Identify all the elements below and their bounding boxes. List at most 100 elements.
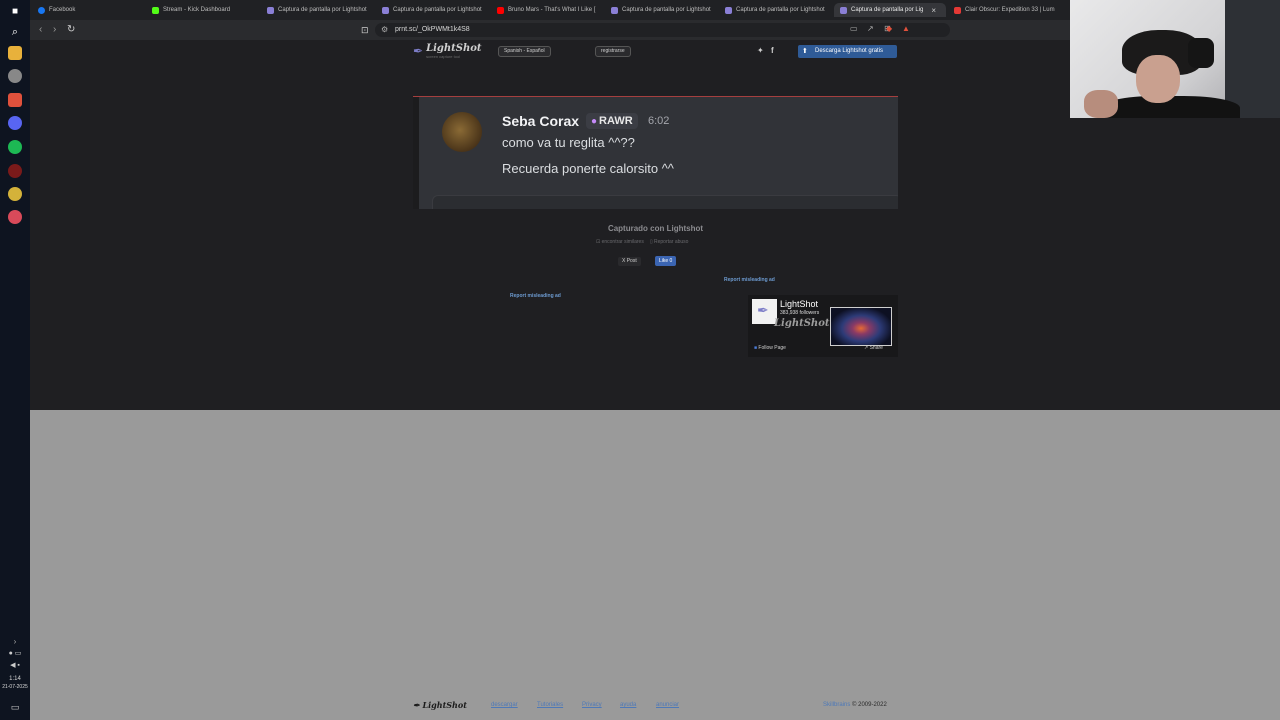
discord-icon[interactable] (8, 116, 22, 130)
youtube-icon (954, 6, 961, 14)
facebook-icon[interactable]: f (771, 46, 774, 55)
similar-link-label: encontrar similares (601, 239, 644, 245)
footer-logo[interactable]: ✒ LightShot (413, 700, 467, 710)
reload-icon[interactable]: ↻ (67, 24, 75, 36)
image-gutter (413, 97, 419, 209)
feather-icon: ✒ (757, 302, 769, 318)
app-icon-pink[interactable] (8, 210, 22, 224)
report-ad-link[interactable]: Report misleading ad (510, 293, 561, 299)
image-actions: ⊡ encontrar similares ▯ Reportar abuso (596, 239, 688, 245)
close-icon[interactable]: × (931, 6, 936, 15)
share-icon[interactable]: ↗ (867, 24, 874, 33)
tab-title: Captura de pantalla por Lightshot (278, 7, 367, 13)
url-text[interactable]: prnt.sc/_OkPWMt1k4S8 (395, 26, 470, 33)
footer-link-anunciar[interactable]: anunciar (656, 702, 679, 708)
fire-icon: ● (591, 116, 598, 127)
facebook-page-widget[interactable]: ✒ LightShot 383,938 followers LightShot … (748, 295, 898, 357)
tab-title: Captura de pantalla por Lightshot (736, 7, 825, 13)
feather-icon: ✒ (413, 44, 424, 58)
tab-title: Clair Obscur: Expedition 33 | Lum (965, 7, 1055, 13)
page-followers: 383,938 followers (780, 310, 820, 316)
app-icon-shield[interactable] (8, 69, 22, 83)
app-icon-red[interactable] (8, 164, 22, 178)
feather-icon (267, 6, 274, 14)
download-icon: ⬆ (802, 48, 808, 55)
logo-name: LightShot (426, 43, 482, 54)
language-button[interactable]: Spanish - Español (498, 46, 551, 57)
tab-facebook[interactable]: Facebook (38, 3, 138, 17)
captured-image[interactable]: Seba Corax ● RAWR 6:02 como va tu reglita… (413, 96, 898, 209)
captured-label: Capturado con Lightshot (607, 224, 704, 233)
youtube-icon (497, 6, 504, 14)
role-badge-label: RAWR (599, 115, 633, 127)
page-name[interactable]: LightShot (780, 299, 818, 309)
address-bar[interactable]: ⚙ prnt.sc/_OkPWMt1k4S8 (375, 23, 950, 37)
clock-time[interactable]: 1:14 (0, 676, 30, 683)
x-post-button[interactable]: X Post (618, 257, 641, 266)
webcam-headset (1188, 38, 1214, 68)
feather-icon (725, 6, 732, 14)
footer-link-privacy[interactable]: Privacy (582, 702, 602, 708)
tab-lightshot-2[interactable]: Captura de pantalla por Lightshot (382, 3, 487, 17)
cast-icon[interactable]: ▭ (850, 24, 858, 33)
download-button[interactable]: ⬆ Descarga Lightshot gratis (798, 45, 897, 58)
search-icon[interactable]: ⌕ (8, 25, 22, 39)
role-badge: ● RAWR (586, 113, 638, 129)
site-info-icon[interactable]: ⚙ (381, 25, 388, 34)
tab-title: Facebook (49, 7, 76, 13)
follow-page-button[interactable]: ■ Follow Page (754, 345, 786, 351)
follow-page-label: Follow Page (758, 345, 786, 351)
report-abuse-link[interactable]: ▯ Reportar abuso (650, 239, 689, 245)
tab-title: Captura de pantalla por Lightshot (622, 7, 711, 13)
footer-link-descargar[interactable]: descargar (491, 702, 518, 708)
forward-icon[interactable]: › (53, 24, 56, 36)
footer-link-ayuda[interactable]: ayuda (620, 702, 636, 708)
register-button[interactable]: registrarse (595, 46, 631, 57)
message-time: 6:02 (648, 115, 670, 127)
tab-title: Stream - Kick Dashboard (163, 7, 231, 13)
chrome-icon[interactable] (8, 187, 22, 201)
notification-icon[interactable]: ▭ (8, 700, 22, 714)
message-line-1: como va tu reglita ^^?? (502, 135, 635, 150)
facebook-icon (38, 6, 45, 14)
message-line-2: Recuerda ponerte calorsito ^^ (502, 161, 674, 176)
share-label: Share (869, 345, 883, 351)
folder-icon[interactable] (8, 46, 22, 60)
taskbar: ■ ⌕ › ● ▭ ◀ ▪ 1:14 21-07-2025 ▭ (0, 0, 30, 720)
copyright-years: © 2009-2022 (852, 702, 887, 708)
tab-title: Bruno Mars - That's What I Like [ (508, 7, 596, 13)
logo-tagline: screen capture tool (426, 54, 461, 59)
chat-input-box (432, 195, 898, 209)
lightshot-logo[interactable]: ✒ LightShot screen capture tool (413, 44, 482, 60)
rewards-icon[interactable]: ▲ (902, 24, 910, 33)
report-abuse-link-label: Reportar abuso (653, 239, 689, 245)
clock-date[interactable]: 21-07-2025 (0, 684, 30, 691)
back-icon[interactable]: ‹ (39, 24, 42, 36)
webcam-person-hand (1084, 90, 1118, 118)
skillbrains-link[interactable]: Skillbrains (823, 702, 850, 708)
app-icon-brave[interactable] (8, 93, 22, 107)
tab-lightshot-4[interactable]: Captura de pantalla por Lightshot (725, 3, 830, 17)
start-icon[interactable]: ■ (8, 4, 22, 18)
footer-logo-label: LightShot (422, 700, 467, 710)
tab-kick[interactable]: Stream - Kick Dashboard (152, 3, 257, 17)
share-button[interactable]: ↗ Share (864, 345, 883, 351)
twitter-icon[interactable]: ✦ (757, 46, 764, 55)
facebook-like-button[interactable]: Like 0 (655, 256, 677, 266)
feather-icon (840, 6, 847, 14)
bookmark-icon[interactable]: ⊡ (361, 24, 369, 36)
tab-youtube[interactable]: Bruno Mars - That's What I Like [ (497, 3, 600, 17)
tab-lightshot-1[interactable]: Captura de pantalla por Lightshot (267, 3, 372, 17)
volume-icon[interactable]: ◀ ▪ (6, 658, 24, 672)
tab-clair-obscur[interactable]: Clair Obscur: Expedition 33 | Lum (954, 3, 1064, 17)
tab-lightshot-3[interactable]: Captura de pantalla por Lightshot (611, 3, 716, 17)
report-ad-link[interactable]: Report misleading ad (724, 277, 775, 283)
webcam-background (1225, 0, 1280, 118)
similar-link[interactable]: ⊡ encontrar similares (596, 239, 644, 245)
spotify-icon[interactable] (8, 140, 22, 154)
tab-lightshot-active[interactable]: Captura de pantalla por Lig × (834, 3, 946, 17)
brave-shield-icon[interactable]: ◆ (886, 24, 892, 33)
footer-link-tutoriales[interactable]: Tutoriales (537, 702, 563, 708)
download-button-label: Descarga Lightshot gratis (815, 48, 884, 54)
tab-title: Captura de pantalla por Lig (851, 7, 924, 13)
